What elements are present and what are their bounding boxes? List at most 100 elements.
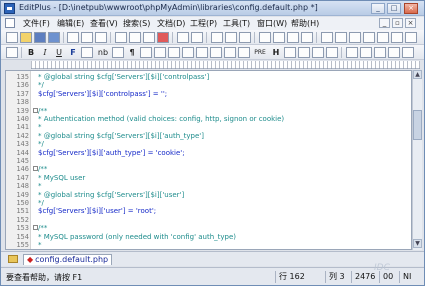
spell-check-icon[interactable]	[95, 32, 107, 43]
code-line[interactable]: * @global string $cfg['Servers'][$i]['us…	[38, 191, 184, 199]
cliptext-icon[interactable]	[377, 32, 389, 43]
center-align-icon[interactable]	[140, 47, 152, 58]
line-number: 142	[16, 131, 29, 140]
redo-icon[interactable]	[191, 32, 203, 43]
menu-edit[interactable]: 编辑(E)	[57, 18, 84, 29]
line-break-icon[interactable]	[112, 47, 124, 58]
save-icon[interactable]	[34, 32, 46, 43]
settings-icon[interactable]	[349, 32, 361, 43]
paste-icon[interactable]	[143, 32, 155, 43]
mdi-restore-button[interactable]: ▫	[392, 18, 403, 28]
menu-help[interactable]: 帮助(H)	[291, 18, 319, 29]
title-bar[interactable]: EditPlus - [D:\inetpub\wwwroot\phpMyAdmi…	[1, 1, 424, 16]
checkbox-icon[interactable]	[298, 47, 310, 58]
code-line[interactable]: *	[38, 123, 42, 131]
code-line[interactable]: * MySQL password (only needed with 'conf…	[38, 233, 236, 241]
code-line[interactable]: *	[38, 182, 42, 190]
find-in-files-icon[interactable]	[239, 32, 251, 43]
close-button[interactable]: ×	[404, 3, 418, 14]
scroll-down-arrow-icon[interactable]: ▼	[413, 239, 422, 248]
open-folder-icon[interactable]	[20, 32, 32, 43]
script-icon[interactable]	[346, 47, 358, 58]
html-tidy-icon[interactable]	[402, 47, 414, 58]
nbsp-button[interactable]: nb	[96, 47, 110, 58]
scroll-up-arrow-icon[interactable]: ▲	[413, 70, 422, 79]
code-line[interactable]: /**	[38, 107, 47, 115]
font-button[interactable]: F	[67, 47, 79, 58]
pre-button[interactable]: PRE	[252, 47, 268, 58]
document-icon[interactable]	[5, 18, 15, 28]
code-line[interactable]: * Authentication method (valid choices: …	[38, 115, 284, 123]
find-icon[interactable]	[211, 32, 223, 43]
code-line[interactable]: * @global string $cfg['Servers'][$i]['co…	[38, 73, 209, 81]
vertical-scrollbar[interactable]: ▲ ▼	[412, 70, 422, 250]
code-line[interactable]: */	[38, 81, 44, 89]
save-all-icon[interactable]	[48, 32, 60, 43]
directory-icon[interactable]	[391, 32, 403, 43]
tab-config-default-php[interactable]: ◆ config.default.php	[23, 254, 113, 265]
code-line[interactable]: $cfg['Servers'][$i]['controlpass'] = '';	[38, 90, 167, 98]
minimize-button[interactable]: _	[371, 3, 385, 14]
menu-search[interactable]: 搜索(S)	[123, 18, 150, 29]
color-picker-icon[interactable]	[81, 47, 93, 58]
code-line[interactable]: */	[38, 199, 44, 207]
code-line[interactable]: $cfg['Servers'][$i]['auth_type'] = 'cook…	[38, 149, 185, 157]
bold-button[interactable]: B	[25, 47, 37, 58]
ruler-icon[interactable]	[287, 32, 299, 43]
cut-icon[interactable]	[115, 32, 127, 43]
mdi-minimize-button[interactable]: _	[379, 18, 390, 28]
code-line[interactable]: /**	[38, 165, 47, 173]
replace-icon[interactable]	[225, 32, 237, 43]
image-icon[interactable]	[182, 47, 194, 58]
heading-button[interactable]: H	[270, 47, 282, 58]
text-input-icon[interactable]	[284, 47, 296, 58]
code-line[interactable]: */	[38, 140, 44, 148]
copy-icon[interactable]	[129, 32, 141, 43]
code-line[interactable]: $cfg['Servers'][$i]['user'] = 'root';	[38, 207, 156, 215]
code-editor[interactable]: 135 * @global string $cfg['Servers'][$i]…	[5, 70, 412, 250]
undo-icon[interactable]	[177, 32, 189, 43]
radio-icon[interactable]	[312, 47, 324, 58]
style-icon[interactable]	[360, 47, 372, 58]
underline-button[interactable]: U	[53, 47, 65, 58]
list-icon[interactable]	[210, 47, 222, 58]
help-icon[interactable]	[405, 32, 417, 43]
line-number-icon[interactable]	[273, 32, 285, 43]
print-preview-icon[interactable]	[81, 32, 93, 43]
word-wrap-icon[interactable]	[259, 32, 271, 43]
table-icon[interactable]	[196, 47, 208, 58]
italic-button[interactable]: I	[39, 47, 51, 58]
menu-tools[interactable]: 工具(T)	[223, 18, 250, 29]
paragraph-button[interactable]: ¶	[126, 47, 138, 58]
delete-icon[interactable]	[157, 32, 169, 43]
anchor-icon[interactable]	[168, 47, 180, 58]
menu-view[interactable]: 查看(V)	[90, 18, 118, 29]
mdi-close-button[interactable]: ×	[405, 18, 416, 28]
frame-icon[interactable]	[374, 47, 386, 58]
menu-file[interactable]: 文件(F)	[23, 18, 50, 29]
folder-icon[interactable]	[8, 255, 18, 263]
form-icon[interactable]	[224, 47, 236, 58]
column-select-icon[interactable]	[301, 32, 313, 43]
ftp-upload-icon[interactable]	[335, 32, 347, 43]
browser-view-icon[interactable]	[321, 32, 333, 43]
comment-icon[interactable]	[238, 47, 250, 58]
menu-project[interactable]: 工程(P)	[190, 18, 217, 29]
html-page-icon[interactable]	[6, 47, 18, 58]
print-icon[interactable]	[67, 32, 79, 43]
menu-window[interactable]: 窗口(W)	[257, 18, 287, 29]
code-line[interactable]: *	[38, 241, 42, 249]
horizontal-rule-icon[interactable]	[154, 47, 166, 58]
maximize-button[interactable]: □	[387, 3, 401, 14]
code-line[interactable]: * MySQL user	[38, 174, 85, 182]
select-icon[interactable]	[326, 47, 338, 58]
color-icon[interactable]	[388, 47, 400, 58]
scroll-thumb[interactable]	[413, 110, 422, 140]
menu-document[interactable]: 文档(D)	[157, 18, 185, 29]
ruler[interactable]	[31, 61, 420, 69]
user-tool-icon[interactable]	[363, 32, 375, 43]
code-line[interactable]: * @global string $cfg['Servers'][$i]['au…	[38, 132, 204, 140]
editplus-app-icon[interactable]	[4, 3, 15, 14]
new-file-icon[interactable]	[6, 32, 18, 43]
code-line[interactable]: /**	[38, 224, 47, 232]
